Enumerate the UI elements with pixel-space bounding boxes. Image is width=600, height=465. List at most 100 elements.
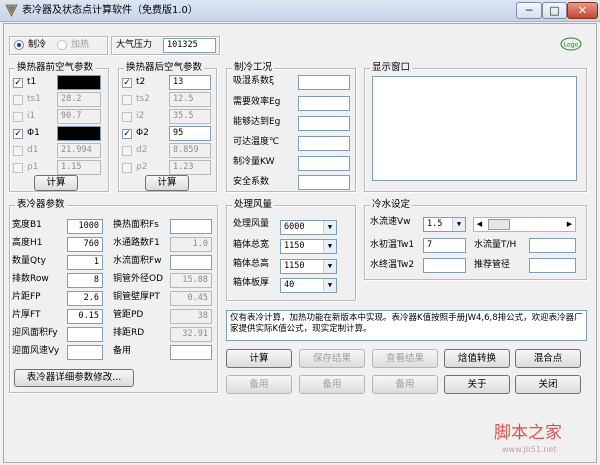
scroll-right-icon[interactable]: ▶ xyxy=(564,218,575,231)
title-bar[interactable]: 表冷器及状态点计算软件（免费版1.0） ─ □ ✕ xyxy=(0,0,600,22)
d1-checkbox[interactable] xyxy=(13,146,23,156)
ts1-input[interactable]: 28.2 xyxy=(57,92,101,107)
chevron-down-icon[interactable]: ▼ xyxy=(452,218,465,231)
coil-group: 表冷器参数 宽度B1 1000 高度H1 760 数量Qty 1 排数Row 8… xyxy=(9,199,218,393)
heating-radio[interactable] xyxy=(57,40,67,50)
tube-wall-input[interactable]: 0.45 xyxy=(170,291,212,306)
mode-group: 制冷 加热 xyxy=(9,36,108,55)
i1-checkbox[interactable] xyxy=(13,112,23,122)
mixing-point-button[interactable]: 混合点 xyxy=(515,349,581,368)
calc-button[interactable]: 计算 xyxy=(226,349,292,368)
after-calc-button[interactable]: 计算 xyxy=(145,175,189,191)
ts2-checkbox[interactable] xyxy=(122,95,132,105)
panel-thickness-label: 箱体板厚 xyxy=(233,278,270,288)
display-textarea[interactable] xyxy=(372,76,577,181)
box-height-select[interactable]: 1150 ▼ xyxy=(280,259,337,274)
d2-checkbox[interactable] xyxy=(122,146,132,156)
tube-pitch-input[interactable]: 38 xyxy=(170,309,212,324)
t2-checkbox[interactable]: ✓ xyxy=(122,78,132,88)
i1-input[interactable]: 90.7 xyxy=(57,109,101,124)
water-speed-select[interactable]: 1.5 ▼ xyxy=(423,217,466,232)
pressure-label: 大气压力 xyxy=(116,40,153,50)
ts2-input[interactable]: 12.5 xyxy=(169,92,211,107)
pressure-input[interactable]: 101325 xyxy=(163,38,216,53)
chevron-down-icon[interactable]: ▼ xyxy=(323,279,336,292)
before-calc-button[interactable]: 计算 xyxy=(34,175,78,191)
coil-detail-button[interactable]: 表冷器详细参数修改... xyxy=(14,369,134,387)
maximize-button[interactable]: □ xyxy=(542,2,567,19)
view-result-button[interactable]: 查看结果 xyxy=(372,349,438,368)
heat-area-input[interactable] xyxy=(170,219,212,234)
t2-input[interactable]: 13 xyxy=(169,75,211,90)
box-width-value: 1150 xyxy=(284,241,305,251)
chevron-down-icon[interactable]: ▼ xyxy=(323,240,336,253)
rho2-checkbox[interactable] xyxy=(122,163,132,173)
t1-input[interactable] xyxy=(57,75,101,90)
water-speed-scrollbar[interactable]: ◀ ▶ xyxy=(473,217,576,232)
achievable-temp-value[interactable] xyxy=(298,136,350,151)
airflow-select[interactable]: 6000 ▼ xyxy=(280,220,337,235)
phi2-checkbox[interactable]: ✓ xyxy=(122,129,132,139)
rows-input[interactable]: 8 xyxy=(67,273,103,288)
rho2-input[interactable]: 1.23 xyxy=(169,160,211,175)
fin-pitch-input[interactable]: 2.6 xyxy=(67,291,103,306)
rho1-input[interactable]: 1.15 xyxy=(57,160,101,175)
cooling-capacity-label: 制冷量KW xyxy=(233,157,275,167)
tube-wall-label: 铜管壁厚PT xyxy=(113,292,160,302)
scroll-left-icon[interactable]: ◀ xyxy=(474,218,485,231)
height-input[interactable]: 760 xyxy=(67,237,103,252)
fin-thickness-input[interactable]: 0.15 xyxy=(67,309,103,324)
close-button[interactable]: ✕ xyxy=(567,2,598,19)
required-efficiency-value[interactable] xyxy=(298,96,350,111)
quantity-input[interactable]: 1 xyxy=(67,255,103,270)
coil-spare-input[interactable] xyxy=(170,345,212,360)
watermark-url: www.jb51.net xyxy=(502,445,557,454)
phi1-checkbox[interactable]: ✓ xyxy=(13,129,23,139)
cooling-capacity-value[interactable] xyxy=(298,156,350,171)
width-input[interactable]: 1000 xyxy=(67,219,103,234)
water-area-input[interactable] xyxy=(170,255,212,270)
fin-thickness-label: 片厚FT xyxy=(12,310,41,320)
d2-label: d2 xyxy=(136,145,148,155)
box-width-select[interactable]: 1150 ▼ xyxy=(280,239,337,254)
minimize-button[interactable]: ─ xyxy=(516,2,542,19)
ts1-checkbox[interactable] xyxy=(13,95,23,105)
spare-button-3[interactable]: 备用 xyxy=(372,375,438,394)
water-speed-label: 水流速Vw xyxy=(370,217,411,227)
enthalpy-convert-button[interactable]: 焓值转换 xyxy=(444,349,510,368)
water-circuits-input[interactable]: 1.0 xyxy=(170,237,212,252)
face-area-input[interactable] xyxy=(67,327,103,342)
rho1-label: ρ1 xyxy=(27,162,39,172)
panel-thickness-select[interactable]: 40 ▼ xyxy=(280,278,337,293)
spare-button-2[interactable]: 备用 xyxy=(299,375,365,394)
t1-checkbox[interactable]: ✓ xyxy=(13,78,23,88)
chevron-down-icon[interactable]: ▼ xyxy=(323,221,336,234)
d1-input[interactable]: 21.994 xyxy=(57,143,101,158)
save-result-button[interactable]: 保存结果 xyxy=(299,349,365,368)
row-pitch-input[interactable]: 32.91 xyxy=(170,327,212,342)
phi1-input[interactable] xyxy=(57,126,101,141)
water-outlet-input[interactable] xyxy=(423,258,466,273)
rho1-checkbox[interactable] xyxy=(13,163,23,173)
about-button[interactable]: 关于 xyxy=(444,375,510,394)
water-inlet-input[interactable]: 7 xyxy=(423,238,466,253)
achievable-efficiency-value[interactable] xyxy=(298,116,350,131)
info-text[interactable]: 仅有表冷计算，加热功能在新版本中实现。表冷器K值按照手册JW4,6,8排公式，欢… xyxy=(226,310,587,341)
face-velocity-input[interactable] xyxy=(67,345,103,360)
pipe-size-input[interactable] xyxy=(529,258,576,273)
chevron-down-icon[interactable]: ▼ xyxy=(323,260,336,273)
spare-button-1[interactable]: 备用 xyxy=(226,375,292,394)
water-flow-input[interactable] xyxy=(529,238,576,253)
safety-factor-value[interactable] xyxy=(298,175,350,190)
i2-input[interactable]: 35.5 xyxy=(169,109,211,124)
cooling-radio[interactable] xyxy=(14,40,24,50)
phi2-input[interactable]: 95 xyxy=(169,126,211,141)
exit-button[interactable]: 关闭 xyxy=(515,375,581,394)
humidity-coef-value[interactable] xyxy=(298,75,350,90)
d2-input[interactable]: 8.859 xyxy=(169,143,211,158)
tube-od-input[interactable]: 15.88 xyxy=(170,273,212,288)
i2-checkbox[interactable] xyxy=(122,112,132,122)
scroll-thumb[interactable] xyxy=(488,219,510,230)
after-air-group: 换热器后空气参数 ✓ t2 13 ts2 12.5 i2 35.5 ✓ Φ2 9… xyxy=(118,62,217,192)
brand-logo: Logo xyxy=(560,37,582,51)
